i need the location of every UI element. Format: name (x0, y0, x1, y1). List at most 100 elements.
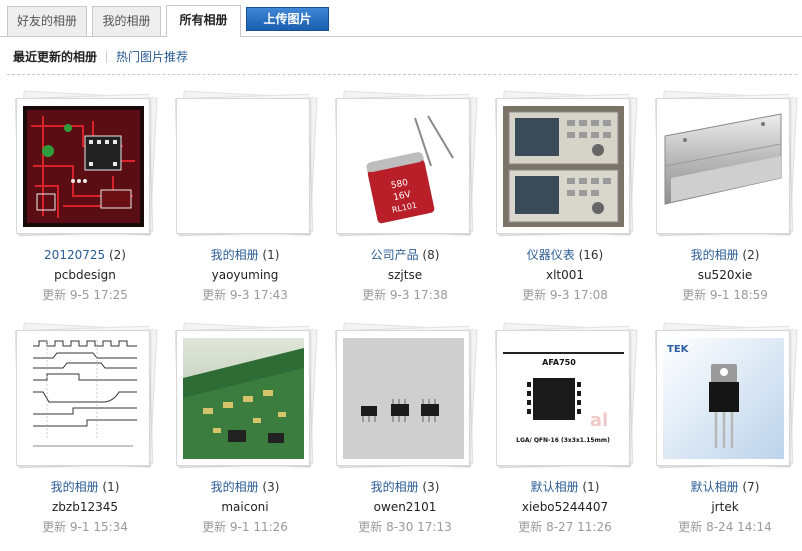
album-card: 580 16V RL101 公司产品 (8) szjtse 更新 9-3 17:… (331, 90, 481, 307)
tab-bar: 好友的相册 我的相册 所有相册 上传图片 (0, 0, 802, 37)
album-title-link[interactable]: 默认相册 (691, 480, 739, 494)
album-cover[interactable] (176, 330, 310, 466)
updated-prefix: 更新 (42, 520, 67, 534)
svg-text:al: al (590, 410, 608, 431)
album-owner[interactable]: yaoyuming (171, 265, 319, 285)
subnav: 最近更新的相册 热门图片推荐 (13, 48, 188, 66)
album-meta: 仪器仪表 (16) xlt001 更新 9-3 17:08 (491, 245, 639, 305)
album-card: 我的相册 (2) su520xie 更新 9-1 18:59 (651, 90, 801, 307)
album-meta: 20120725 (2) pcbdesign 更新 9-5 17:25 (11, 245, 159, 305)
updated-prefix: 更新 (522, 288, 547, 302)
album-count: (2) (742, 248, 760, 262)
album-meta: 我的相册 (3) maiconi 更新 9-1 11:26 (171, 477, 319, 537)
album-count: (1) (102, 480, 120, 494)
upload-photo-button[interactable]: 上传图片 (246, 7, 329, 31)
tab-all-albums[interactable]: 所有相册 (166, 5, 241, 37)
updated-time: 9-1 11:26 (229, 520, 288, 534)
album-card: 我的相册 (1) zbzb12345 更新 9-1 15:34 (11, 322, 161, 539)
album-count: (16) (578, 248, 604, 262)
album-meta: 我的相册 (1) yaoyuming 更新 9-3 17:43 (171, 245, 319, 305)
album-owner[interactable]: xlt001 (491, 265, 639, 285)
album-count: (7) (742, 480, 760, 494)
chips-image (343, 338, 464, 459)
qfn-chip-image: AFA750 al LGA/ QFN-16 (3x3x1.15mm) (503, 338, 624, 459)
subnav-recent-albums[interactable]: 最近更新的相册 (13, 48, 97, 66)
album-cover[interactable] (176, 98, 310, 234)
album-cover[interactable]: TEK (656, 330, 790, 466)
album-cover[interactable]: AFA750 al LGA/ QFN-16 (3x3x1.15mm) (496, 330, 630, 466)
album-card: 我的相册 (3) maiconi 更新 9-1 11:26 (171, 322, 321, 539)
subnav-separator (106, 51, 108, 63)
album-meta: 我的相册 (1) zbzb12345 更新 9-1 15:34 (11, 477, 159, 537)
album-cover[interactable]: 580 16V RL101 (336, 98, 470, 234)
album-stack (174, 322, 318, 469)
album-count: (3) (422, 480, 440, 494)
updated-time: 9-5 17:25 (69, 288, 128, 302)
updated-prefix: 更新 (518, 520, 543, 534)
album-cover[interactable] (336, 330, 470, 466)
album-title-link[interactable]: 我的相册 (211, 248, 259, 262)
album-meta: 默认相册 (7) jrtek 更新 8-24 14:14 (651, 477, 799, 537)
dashed-divider (7, 74, 797, 75)
album-title-link[interactable]: 20120725 (44, 248, 105, 262)
album-owner[interactable]: jrtek (651, 497, 799, 517)
album-stack (334, 322, 478, 469)
updated-prefix: 更新 (362, 288, 387, 302)
album-cover[interactable] (496, 98, 630, 234)
brand-logo: TEK (667, 344, 690, 355)
album-title-link[interactable]: 默认相册 (531, 480, 579, 494)
album-title-link[interactable]: 公司产品 (371, 248, 419, 262)
album-owner[interactable]: zbzb12345 (11, 497, 159, 517)
chip-model-label: AFA750 (542, 358, 576, 367)
album-cover[interactable] (656, 98, 790, 234)
album-card: TEK 默认相册 (7) jrtek 更新 8-24 14:14 (651, 322, 801, 539)
album-stack: TEK (654, 322, 798, 469)
updated-time: 9-3 17:43 (229, 288, 288, 302)
album-count: (2) (108, 248, 126, 262)
album-owner[interactable]: szjtse (331, 265, 479, 285)
album-count: (1) (582, 480, 600, 494)
updated-time: 9-1 18:59 (709, 288, 768, 302)
album-owner[interactable]: maiconi (171, 497, 319, 517)
album-count: (3) (262, 480, 280, 494)
updated-time: 8-24 14:14 (706, 520, 772, 534)
album-title-link[interactable]: 我的相册 (51, 480, 99, 494)
updated-time: 9-1 15:34 (69, 520, 128, 534)
tab-friends-albums[interactable]: 好友的相册 (7, 6, 87, 37)
subnav-hot-photos-link[interactable]: 热门图片推荐 (116, 48, 188, 66)
updated-prefix: 更新 (202, 288, 227, 302)
album-owner[interactable]: owen2101 (331, 497, 479, 517)
metal-bar-image (663, 106, 784, 227)
album-card: 仪器仪表 (16) xlt001 更新 9-3 17:08 (491, 90, 641, 307)
album-meta: 公司产品 (8) szjtse 更新 9-3 17:38 (331, 245, 479, 305)
chip-package-label: LGA/ QFN-16 (3x3x1.15mm) (516, 437, 610, 444)
updated-time: 8-27 11:26 (546, 520, 612, 534)
tab-my-albums[interactable]: 我的相册 (92, 6, 161, 37)
updated-prefix: 更新 (202, 520, 227, 534)
album-title-link[interactable]: 我的相册 (691, 248, 739, 262)
album-title-link[interactable]: 我的相册 (211, 480, 259, 494)
album-stack (654, 90, 798, 237)
album-meta: 我的相册 (2) su520xie 更新 9-1 18:59 (651, 245, 799, 305)
album-stack (14, 322, 158, 469)
album-owner[interactable]: pcbdesign (11, 265, 159, 285)
pcb-layout-image (23, 106, 144, 227)
capacitor-image: 580 16V RL101 (343, 106, 464, 227)
tab-divider (0, 36, 802, 37)
album-cover[interactable] (16, 98, 150, 234)
album-card: 我的相册 (3) owen2101 更新 8-30 17:13 (331, 322, 481, 539)
album-cover[interactable] (16, 330, 150, 466)
green-pcb-image (183, 338, 304, 459)
album-title-link[interactable]: 仪器仪表 (527, 248, 575, 262)
transistor-image: TEK (663, 338, 784, 459)
updated-time: 9-3 17:38 (389, 288, 448, 302)
album-owner[interactable]: xiebo5244407 (491, 497, 639, 517)
album-title-link[interactable]: 我的相册 (371, 480, 419, 494)
album-stack (174, 90, 318, 237)
album-stack (494, 90, 638, 237)
album-owner[interactable]: su520xie (651, 265, 799, 285)
blank-image (183, 106, 304, 227)
updated-prefix: 更新 (42, 288, 67, 302)
album-stack: AFA750 al LGA/ QFN-16 (3x3x1.15mm) (494, 322, 638, 469)
updated-time: 8-30 17:13 (386, 520, 452, 534)
